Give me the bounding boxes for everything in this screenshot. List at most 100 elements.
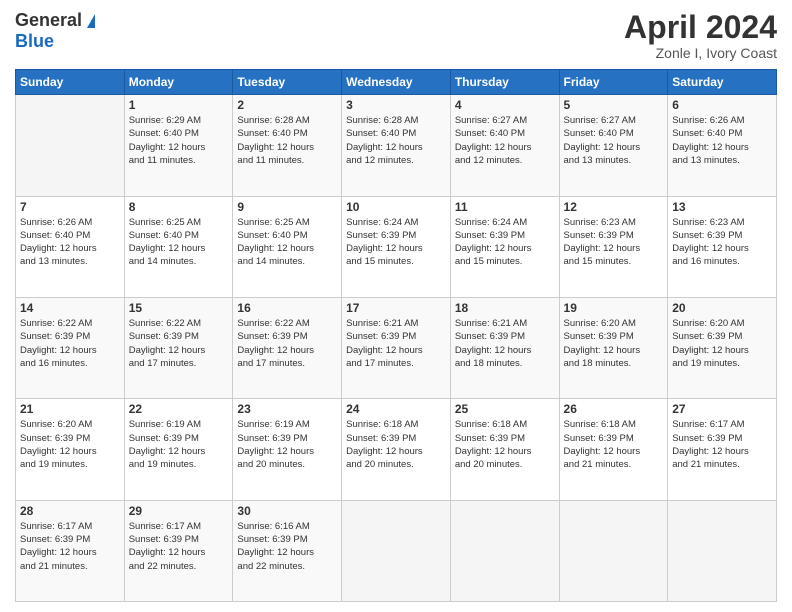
calendar-cell: 2 Sunrise: 6:28 AM Sunset: 6:40 PM Daylig… — [233, 95, 342, 196]
day-info: Sunrise: 6:28 AM Sunset: 6:40 PM Dayligh… — [346, 114, 446, 167]
calendar-cell: 14 Sunrise: 6:22 AM Sunset: 6:39 PM Dayli… — [16, 297, 125, 398]
calendar-cell: 19 Sunrise: 6:20 AM Sunset: 6:39 PM Dayli… — [559, 297, 668, 398]
calendar-cell — [342, 500, 451, 601]
day-info: Sunrise: 6:21 AM Sunset: 6:39 PM Dayligh… — [455, 317, 555, 370]
calendar-header-row: SundayMondayTuesdayWednesdayThursdayFrid… — [16, 70, 777, 95]
day-number: 19 — [564, 301, 664, 315]
calendar-cell: 20 Sunrise: 6:20 AM Sunset: 6:39 PM Dayli… — [668, 297, 777, 398]
day-number: 22 — [129, 402, 229, 416]
day-info: Sunrise: 6:20 AM Sunset: 6:39 PM Dayligh… — [564, 317, 664, 370]
day-number: 9 — [237, 200, 337, 214]
calendar-cell: 4 Sunrise: 6:27 AM Sunset: 6:40 PM Daylig… — [450, 95, 559, 196]
day-info: Sunrise: 6:24 AM Sunset: 6:39 PM Dayligh… — [346, 216, 446, 269]
day-of-week-header: Sunday — [16, 70, 125, 95]
day-info: Sunrise: 6:17 AM Sunset: 6:39 PM Dayligh… — [672, 418, 772, 471]
calendar-cell: 24 Sunrise: 6:18 AM Sunset: 6:39 PM Dayli… — [342, 399, 451, 500]
title-section: April 2024 Zonle I, Ivory Coast — [624, 10, 777, 61]
day-number: 29 — [129, 504, 229, 518]
day-number: 4 — [455, 98, 555, 112]
page: General Blue April 2024 Zonle I, Ivory C… — [0, 0, 792, 612]
day-info: Sunrise: 6:22 AM Sunset: 6:39 PM Dayligh… — [237, 317, 337, 370]
day-number: 30 — [237, 504, 337, 518]
logo-triangle-icon — [87, 14, 95, 28]
day-info: Sunrise: 6:27 AM Sunset: 6:40 PM Dayligh… — [455, 114, 555, 167]
day-number: 5 — [564, 98, 664, 112]
day-number: 1 — [129, 98, 229, 112]
logo: General Blue — [15, 10, 95, 52]
calendar-cell: 12Sunrise: 6:23 AM Sunset: 6:39 PM Dayli… — [559, 196, 668, 297]
logo-blue-text: Blue — [15, 31, 54, 52]
calendar-week-row: 1 Sunrise: 6:29 AM Sunset: 6:40 PM Daylig… — [16, 95, 777, 196]
calendar-cell — [450, 500, 559, 601]
day-of-week-header: Saturday — [668, 70, 777, 95]
day-info: Sunrise: 6:22 AM Sunset: 6:39 PM Dayligh… — [20, 317, 120, 370]
header: General Blue April 2024 Zonle I, Ivory C… — [15, 10, 777, 61]
day-number: 14 — [20, 301, 120, 315]
day-number: 6 — [672, 98, 772, 112]
day-info: Sunrise: 6:24 AM Sunset: 6:39 PM Dayligh… — [455, 216, 555, 269]
day-info: Sunrise: 6:20 AM Sunset: 6:39 PM Dayligh… — [672, 317, 772, 370]
day-of-week-header: Thursday — [450, 70, 559, 95]
day-info: Sunrise: 6:23 AM Sunset: 6:39 PM Dayligh… — [672, 216, 772, 269]
location-subtitle: Zonle I, Ivory Coast — [624, 45, 777, 61]
calendar-cell — [559, 500, 668, 601]
day-info: Sunrise: 6:28 AM Sunset: 6:40 PM Dayligh… — [237, 114, 337, 167]
day-number: 2 — [237, 98, 337, 112]
calendar-cell: 28Sunrise: 6:17 AM Sunset: 6:39 PM Dayli… — [16, 500, 125, 601]
calendar-cell: 9Sunrise: 6:25 AM Sunset: 6:40 PM Daylig… — [233, 196, 342, 297]
calendar-cell: 18 Sunrise: 6:21 AM Sunset: 6:39 PM Dayli… — [450, 297, 559, 398]
day-number: 25 — [455, 402, 555, 416]
day-info: Sunrise: 6:26 AM Sunset: 6:40 PM Dayligh… — [20, 216, 120, 269]
calendar-week-row: 7 Sunrise: 6:26 AM Sunset: 6:40 PM Daylig… — [16, 196, 777, 297]
day-info: Sunrise: 6:16 AM Sunset: 6:39 PM Dayligh… — [237, 520, 337, 573]
day-info: Sunrise: 6:18 AM Sunset: 6:39 PM Dayligh… — [346, 418, 446, 471]
day-number: 17 — [346, 301, 446, 315]
day-number: 28 — [20, 504, 120, 518]
calendar-week-row: 14 Sunrise: 6:22 AM Sunset: 6:39 PM Dayli… — [16, 297, 777, 398]
calendar-table: SundayMondayTuesdayWednesdayThursdayFrid… — [15, 69, 777, 602]
day-info: Sunrise: 6:18 AM Sunset: 6:39 PM Dayligh… — [564, 418, 664, 471]
day-info: Sunrise: 6:19 AM Sunset: 6:39 PM Dayligh… — [129, 418, 229, 471]
day-number: 23 — [237, 402, 337, 416]
day-of-week-header: Wednesday — [342, 70, 451, 95]
calendar-cell: 23 Sunrise: 6:19 AM Sunset: 6:39 PM Dayli… — [233, 399, 342, 500]
day-number: 21 — [20, 402, 120, 416]
calendar-cell: 5 Sunrise: 6:27 AM Sunset: 6:40 PM Daylig… — [559, 95, 668, 196]
day-info: Sunrise: 6:20 AM Sunset: 6:39 PM Dayligh… — [20, 418, 120, 471]
day-number: 7 — [20, 200, 120, 214]
calendar-cell: 27 Sunrise: 6:17 AM Sunset: 6:39 PM Dayli… — [668, 399, 777, 500]
calendar-cell: 26 Sunrise: 6:18 AM Sunset: 6:39 PM Dayli… — [559, 399, 668, 500]
calendar-cell — [16, 95, 125, 196]
day-info: Sunrise: 6:27 AM Sunset: 6:40 PM Dayligh… — [564, 114, 664, 167]
day-info: Sunrise: 6:29 AM Sunset: 6:40 PM Dayligh… — [129, 114, 229, 167]
day-number: 3 — [346, 98, 446, 112]
day-number: 13 — [672, 200, 772, 214]
day-number: 26 — [564, 402, 664, 416]
calendar-cell — [668, 500, 777, 601]
month-title: April 2024 — [624, 10, 777, 45]
calendar-cell: 21 Sunrise: 6:20 AM Sunset: 6:39 PM Dayli… — [16, 399, 125, 500]
day-number: 27 — [672, 402, 772, 416]
day-info: Sunrise: 6:22 AM Sunset: 6:39 PM Dayligh… — [129, 317, 229, 370]
day-number: 15 — [129, 301, 229, 315]
day-of-week-header: Tuesday — [233, 70, 342, 95]
day-info: Sunrise: 6:17 AM Sunset: 6:39 PM Dayligh… — [129, 520, 229, 573]
day-number: 16 — [237, 301, 337, 315]
calendar-cell: 10Sunrise: 6:24 AM Sunset: 6:39 PM Dayli… — [342, 196, 451, 297]
calendar-cell: 13 Sunrise: 6:23 AM Sunset: 6:39 PM Dayli… — [668, 196, 777, 297]
day-number: 24 — [346, 402, 446, 416]
calendar-cell: 1 Sunrise: 6:29 AM Sunset: 6:40 PM Daylig… — [124, 95, 233, 196]
calendar-cell: 29 Sunrise: 6:17 AM Sunset: 6:39 PM Dayli… — [124, 500, 233, 601]
day-number: 8 — [129, 200, 229, 214]
calendar-week-row: 21 Sunrise: 6:20 AM Sunset: 6:39 PM Dayli… — [16, 399, 777, 500]
day-of-week-header: Friday — [559, 70, 668, 95]
calendar-cell: 25Sunrise: 6:18 AM Sunset: 6:39 PM Dayli… — [450, 399, 559, 500]
day-number: 18 — [455, 301, 555, 315]
calendar-cell: 16 Sunrise: 6:22 AM Sunset: 6:39 PM Dayli… — [233, 297, 342, 398]
day-info: Sunrise: 6:23 AM Sunset: 6:39 PM Dayligh… — [564, 216, 664, 269]
calendar-cell: 6Sunrise: 6:26 AM Sunset: 6:40 PM Daylig… — [668, 95, 777, 196]
calendar-cell: 22 Sunrise: 6:19 AM Sunset: 6:39 PM Dayli… — [124, 399, 233, 500]
day-info: Sunrise: 6:19 AM Sunset: 6:39 PM Dayligh… — [237, 418, 337, 471]
day-info: Sunrise: 6:21 AM Sunset: 6:39 PM Dayligh… — [346, 317, 446, 370]
day-number: 20 — [672, 301, 772, 315]
